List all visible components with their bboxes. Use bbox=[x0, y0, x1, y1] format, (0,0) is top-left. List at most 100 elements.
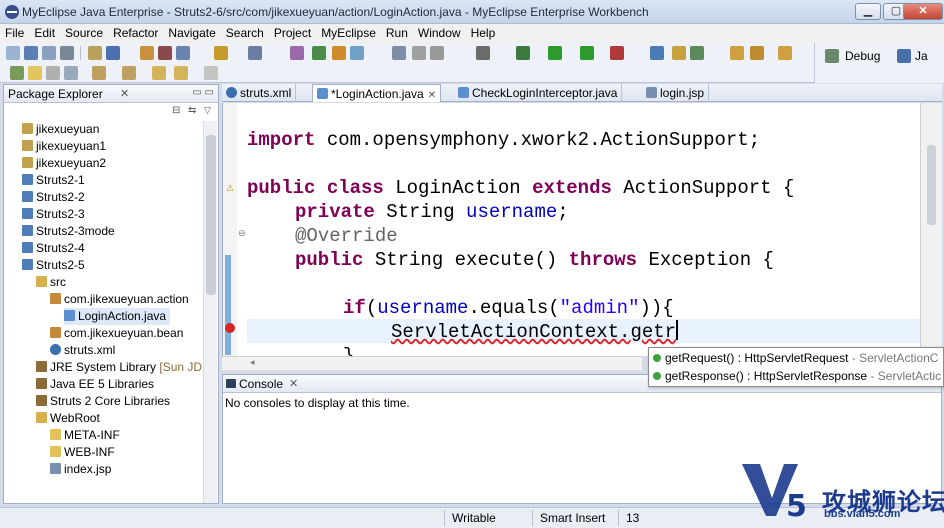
menu-project[interactable]: Project bbox=[269, 24, 316, 40]
menu-edit[interactable]: Edit bbox=[29, 24, 60, 40]
tree-file-struts-xml[interactable]: struts.xml bbox=[50, 342, 115, 359]
previous-annotation-icon[interactable] bbox=[122, 66, 136, 80]
tree-folder-webroot[interactable]: WebRoot bbox=[36, 410, 100, 427]
new-enum-icon[interactable] bbox=[350, 46, 364, 60]
java-perspective-label[interactable]: Ja bbox=[915, 49, 928, 63]
fold-icon[interactable]: ⊖ bbox=[238, 228, 246, 239]
tree-project-struts2-5[interactable]: Struts2-5 bbox=[22, 257, 85, 274]
java-perspective-icon[interactable] bbox=[897, 49, 911, 63]
scroll-left-icon[interactable]: ◂ bbox=[250, 357, 255, 368]
perspective-open-icon[interactable] bbox=[476, 46, 490, 60]
close-view-icon[interactable]: ✕ bbox=[120, 87, 129, 100]
menu-file[interactable]: File bbox=[0, 24, 29, 40]
close-tab-icon[interactable]: ✕ bbox=[428, 90, 436, 101]
toggle-block-icon[interactable] bbox=[46, 66, 60, 80]
open-type-icon[interactable] bbox=[88, 46, 102, 60]
scrollbar-thumb[interactable] bbox=[927, 145, 936, 225]
menu-source[interactable]: Source bbox=[60, 24, 108, 40]
link-icon[interactable] bbox=[10, 66, 24, 80]
menu-navigate[interactable]: Navigate bbox=[163, 24, 220, 40]
show-whitespace-icon[interactable] bbox=[64, 66, 78, 80]
scrollbar-thumb[interactable] bbox=[206, 135, 216, 295]
minimize-maximize-icon[interactable]: ▭ ▭ bbox=[192, 87, 214, 98]
tree-folder-meta-inf[interactable]: META-INF bbox=[50, 427, 120, 444]
forward-icon[interactable] bbox=[204, 66, 218, 80]
deploy-icon[interactable] bbox=[158, 46, 172, 60]
menu-run[interactable]: Run bbox=[381, 24, 413, 40]
open-console-icon[interactable] bbox=[392, 46, 406, 60]
new-package-icon[interactable] bbox=[290, 46, 304, 60]
new-java-project-icon[interactable] bbox=[248, 46, 262, 60]
debug-perspective-label[interactable]: Debug bbox=[845, 49, 880, 63]
mark-occurrences-icon[interactable] bbox=[28, 66, 42, 80]
debug-perspective-icon[interactable] bbox=[825, 49, 839, 63]
last-edit-icon[interactable] bbox=[152, 66, 166, 80]
tree-file-loginaction[interactable]: LoginAction.java bbox=[64, 308, 171, 325]
assist-item-getresponse[interactable]: getResponse() : HttpServletResponse - Se… bbox=[649, 367, 943, 385]
close-view-icon[interactable]: ✕ bbox=[289, 377, 298, 390]
annotation-icon[interactable] bbox=[778, 46, 792, 60]
tree-project-struts2-2[interactable]: Struts2-2 bbox=[22, 189, 85, 206]
run-last-icon[interactable] bbox=[580, 46, 594, 60]
minimize-button[interactable]: ▁ bbox=[855, 3, 881, 20]
open-resource-icon[interactable] bbox=[106, 46, 120, 60]
menu-refactor[interactable]: Refactor bbox=[108, 24, 163, 40]
menu-search[interactable]: Search bbox=[221, 24, 269, 40]
tree-package-action[interactable]: com.jikexueyuan.action bbox=[50, 291, 189, 308]
tree-project-jikexueyuan[interactable]: jikexueyuan bbox=[22, 121, 99, 138]
tree-project-struts2-1[interactable]: Struts2-1 bbox=[22, 172, 85, 189]
link-with-editor-icon[interactable]: ⇆ bbox=[188, 105, 196, 116]
tree-package-bean[interactable]: com.jikexueyuan.bean bbox=[50, 325, 183, 342]
new-interface-icon[interactable] bbox=[332, 46, 346, 60]
search-icon[interactable] bbox=[672, 46, 686, 60]
back-icon[interactable] bbox=[174, 66, 188, 80]
editor-horizontal-scrollbar[interactable]: ◂ bbox=[222, 356, 642, 370]
tree-library-struts[interactable]: Struts 2 Core Libraries bbox=[36, 393, 170, 410]
build-icon[interactable] bbox=[690, 46, 704, 60]
refresh-icon[interactable] bbox=[412, 46, 426, 60]
public-method-icon bbox=[653, 372, 661, 380]
tab-checklogininterceptor[interactable]: CheckLoginInterceptor.java bbox=[454, 84, 623, 102]
tree-library-jre[interactable]: JRE System Library [Sun JDK bbox=[36, 359, 210, 376]
new-web-project-icon[interactable] bbox=[214, 46, 228, 60]
edit-icon[interactable] bbox=[750, 46, 764, 60]
server-icon[interactable] bbox=[176, 46, 190, 60]
tree-project-struts2-3mode[interactable]: Struts2-3mode bbox=[22, 223, 115, 240]
new-project-icon[interactable] bbox=[140, 46, 154, 60]
team-icon[interactable] bbox=[430, 46, 444, 60]
menu-help[interactable]: Help bbox=[466, 24, 501, 40]
external-tools-icon[interactable] bbox=[650, 46, 664, 60]
save-all-icon[interactable] bbox=[42, 46, 56, 60]
editor-vertical-scrollbar[interactable] bbox=[920, 103, 942, 356]
tab-struts-xml[interactable]: struts.xml bbox=[222, 84, 297, 102]
menu-myeclipse[interactable]: MyEclipse bbox=[316, 24, 381, 40]
close-button[interactable]: ✕ bbox=[903, 3, 943, 20]
package-explorer-tab[interactable]: Package Explorer ✕ ▭ ▭ bbox=[4, 85, 218, 103]
code-area[interactable]: import com.opensymphony.xwork2.ActionSup… bbox=[247, 103, 920, 356]
tree-project-jikexueyuan2[interactable]: jikexueyuan2 bbox=[22, 155, 106, 172]
debug-icon[interactable] bbox=[516, 46, 530, 60]
new-class-icon[interactable] bbox=[312, 46, 326, 60]
tree-project-struts2-3[interactable]: Struts2-3 bbox=[22, 206, 85, 223]
package-explorer-scrollbar[interactable] bbox=[203, 121, 217, 503]
tab-loginaction-java[interactable]: *LoginAction.java ✕ bbox=[312, 84, 442, 102]
menu-window[interactable]: Window bbox=[413, 24, 466, 40]
tree-project-jikexueyuan1[interactable]: jikexueyuan1 bbox=[22, 138, 106, 155]
tree-library-javaee[interactable]: Java EE 5 Libraries bbox=[36, 376, 154, 393]
collapse-all-icon[interactable]: ⊟ bbox=[172, 105, 180, 116]
tree-file-index-jsp[interactable]: index.jsp bbox=[50, 461, 111, 478]
tree-project-struts2-4[interactable]: Struts2-4 bbox=[22, 240, 85, 257]
view-menu-icon[interactable]: ▽ bbox=[204, 105, 211, 116]
save-icon[interactable] bbox=[24, 46, 38, 60]
next-annotation-icon[interactable] bbox=[92, 66, 106, 80]
tree-folder-web-inf[interactable]: WEB-INF bbox=[50, 444, 115, 461]
open-perspective-icon[interactable] bbox=[730, 46, 744, 60]
tab-login-jsp[interactable]: login.jsp bbox=[642, 84, 710, 102]
assist-item-getrequest[interactable]: getRequest() : HttpServletRequest - Serv… bbox=[649, 349, 943, 367]
stop-icon[interactable] bbox=[610, 46, 624, 60]
tree-folder-src[interactable]: src bbox=[36, 274, 66, 291]
new-icon[interactable] bbox=[6, 46, 20, 60]
run-icon[interactable] bbox=[548, 46, 562, 60]
code-editor[interactable]: ⚠ ⊖ import com.opensymphony.xwork2.Actio… bbox=[222, 103, 920, 356]
print-icon[interactable] bbox=[60, 46, 74, 60]
